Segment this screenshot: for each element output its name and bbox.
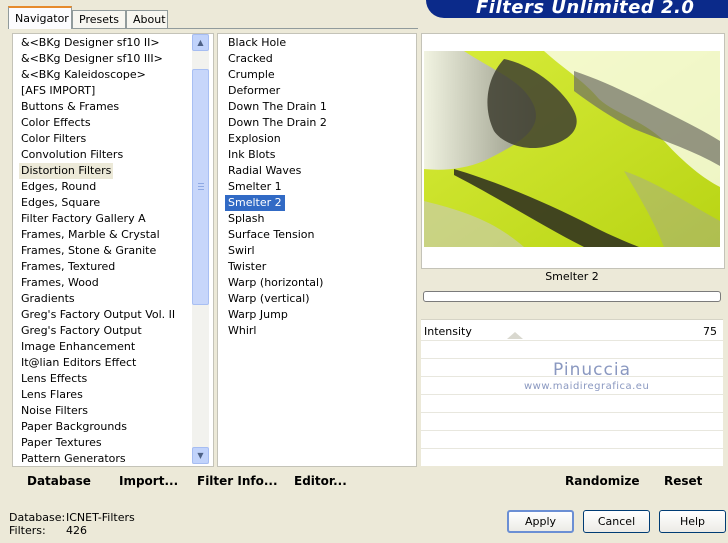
cancel-button[interactable]: Cancel (583, 510, 650, 533)
category-list[interactable]: &<BKg Designer sf10 II> &<BKg Designer s… (12, 33, 214, 467)
filter-item[interactable]: Whirl (228, 323, 256, 339)
tab-navigator[interactable]: Navigator (8, 6, 72, 29)
filter-item[interactable]: Splash (228, 211, 264, 227)
tab-about[interactable]: About (126, 10, 168, 28)
filter-item[interactable]: Surface Tension (228, 227, 314, 243)
filter-item[interactable]: Explosion (228, 131, 281, 147)
category-item[interactable]: Buttons & Frames (21, 99, 119, 115)
category-item[interactable]: Lens Effects (21, 371, 87, 387)
scroll-thumb[interactable] (192, 69, 209, 305)
category-scrollbar[interactable]: ▲ ▼ (192, 34, 209, 464)
filter-item[interactable]: Cracked (228, 51, 273, 67)
filter-info-button[interactable]: Filter Info... (197, 474, 278, 488)
filter-item[interactable]: Warp Jump (228, 307, 288, 323)
filters-label: Filters: (9, 524, 46, 537)
filter-item[interactable]: Smelter 1 (228, 179, 282, 195)
category-item[interactable]: Color Effects (21, 115, 91, 131)
randomize-button[interactable]: Randomize (565, 474, 639, 488)
category-item[interactable]: Greg's Factory Output Vol. II (21, 307, 175, 323)
filters-value: 426 (66, 524, 87, 537)
database-button[interactable]: Database (27, 474, 91, 488)
apply-button[interactable]: Apply (507, 510, 574, 533)
filter-item[interactable]: Ink Blots (228, 147, 275, 163)
filter-item[interactable]: Down The Drain 1 (228, 99, 327, 115)
param-divider (421, 412, 723, 413)
filter-item[interactable]: Black Hole (228, 35, 286, 51)
category-item[interactable]: It@lian Editors Effect (21, 355, 136, 371)
category-item[interactable]: Edges, Round (21, 179, 96, 195)
progress-bar (423, 291, 721, 302)
watermark-url: www.maidiregrafica.eu (524, 381, 650, 392)
filter-item[interactable]: Down The Drain 2 (228, 115, 327, 131)
filter-item[interactable]: Crumple (228, 67, 275, 83)
filter-item[interactable]: Deformer (228, 83, 280, 99)
help-button[interactable]: Help (659, 510, 726, 533)
filter-name-label: Smelter 2 (545, 270, 599, 283)
filter-item[interactable]: Warp (horizontal) (228, 275, 323, 291)
scroll-grip (198, 186, 204, 187)
category-item[interactable]: Paper Backgrounds (21, 419, 127, 435)
tab-presets[interactable]: Presets (72, 10, 126, 28)
param-value-intensity[interactable]: 75 (703, 325, 717, 338)
category-item[interactable]: Paper Textures (21, 435, 102, 451)
editor-button[interactable]: Editor... (294, 474, 347, 488)
import-button[interactable]: Import... (119, 474, 178, 488)
filter-item[interactable]: Swirl (228, 243, 255, 259)
filter-item[interactable]: Radial Waves (228, 163, 301, 179)
category-item[interactable]: Noise Filters (21, 403, 88, 419)
category-item-selected[interactable]: Distortion Filters (19, 163, 114, 179)
category-item[interactable]: Lens Flares (21, 387, 83, 403)
category-item[interactable]: Gradients (21, 291, 75, 307)
database-value: ICNET-Filters (66, 511, 135, 524)
slider-marker-icon[interactable] (507, 332, 523, 339)
category-item[interactable]: &<BKg Kaleidoscope> (21, 67, 146, 83)
filter-item[interactable]: Warp (vertical) (228, 291, 310, 307)
filter-item[interactable]: Twister (228, 259, 266, 275)
watermark-name: Pinuccia (553, 360, 631, 380)
parameter-panel: Intensity 75 (421, 319, 723, 466)
param-divider (421, 340, 723, 341)
category-item[interactable]: &<BKg Designer sf10 II> (21, 35, 160, 51)
category-item[interactable]: Frames, Marble & Crystal (21, 227, 160, 243)
category-item[interactable]: Frames, Wood (21, 275, 99, 291)
category-item[interactable]: [AFS IMPORT] (21, 83, 95, 99)
database-label: Database: (9, 511, 66, 524)
filter-item-selected[interactable]: Smelter 2 (225, 195, 285, 211)
param-divider (421, 394, 723, 395)
category-item[interactable]: Pattern Generators (21, 451, 126, 466)
category-item[interactable]: &<BKg Designer sf10 III> (21, 51, 163, 67)
scroll-up-icon[interactable]: ▲ (192, 34, 209, 51)
category-item[interactable]: Edges, Square (21, 195, 100, 211)
category-item[interactable]: Greg's Factory Output (21, 323, 142, 339)
param-divider (421, 430, 723, 431)
category-item[interactable]: Frames, Textured (21, 259, 115, 275)
category-item[interactable]: Convolution Filters (21, 147, 123, 163)
category-item[interactable]: Image Enhancement (21, 339, 135, 355)
param-divider (421, 448, 723, 449)
preview-image[interactable] (424, 51, 720, 247)
param-divider (421, 358, 723, 359)
scroll-down-icon[interactable]: ▼ (192, 447, 209, 464)
app-title: Filters Unlimited 2.0 (476, 0, 695, 18)
reset-button[interactable]: Reset (664, 474, 702, 488)
category-item[interactable]: Filter Factory Gallery A (21, 211, 146, 227)
category-item[interactable]: Frames, Stone & Granite (21, 243, 156, 259)
scroll-grip (198, 189, 204, 190)
filter-list[interactable]: Black Hole Cracked Crumple Deformer Down… (217, 33, 417, 467)
param-label-intensity: Intensity (424, 325, 472, 338)
scroll-grip (198, 183, 204, 184)
category-item[interactable]: Color Filters (21, 131, 86, 147)
